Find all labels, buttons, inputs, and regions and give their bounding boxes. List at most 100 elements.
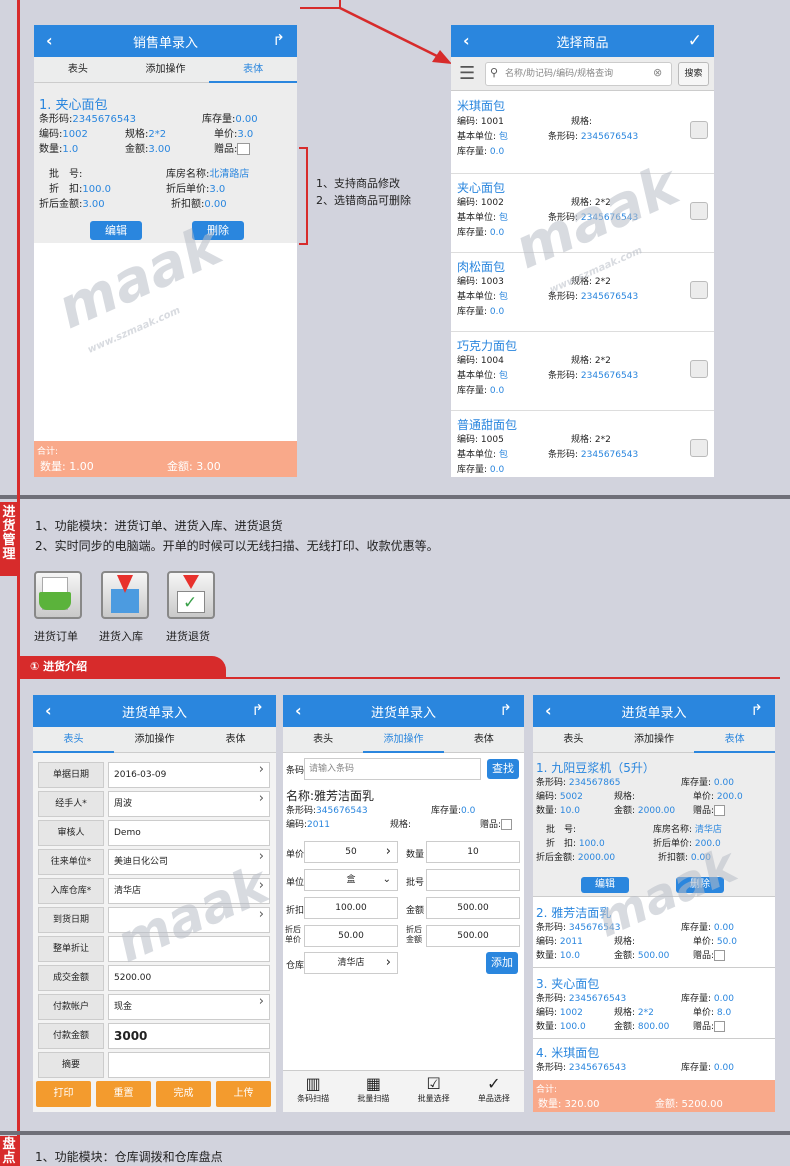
tab-header[interactable]: 表头 [34, 57, 122, 83]
share-icon[interactable]: ↱ [272, 31, 285, 49]
tab-add-op[interactable]: 添加操作 [122, 57, 210, 83]
gift-checkbox[interactable] [714, 805, 726, 816]
tab-header[interactable]: 表头 [33, 727, 114, 753]
search-button[interactable]: 搜索 [678, 62, 709, 86]
search-bar: ☰ 名称/助记码/编码/规格查询 ⚲ ⊗ 搜索 [451, 57, 714, 91]
share-icon[interactable]: ↱ [251, 701, 264, 719]
back-icon[interactable]: ‹ [46, 31, 53, 50]
nav-batch-select[interactable]: ☑ 批量选择 [404, 1071, 464, 1112]
tab-header[interactable]: 表头 [283, 727, 363, 753]
tab-body[interactable]: 表体 [195, 727, 276, 753]
chevron-right-icon: › [258, 762, 264, 777]
side-line [17, 0, 20, 1166]
inventory-side-label: 盘点 [0, 1136, 18, 1166]
tab-add-op[interactable]: 添加操作 [114, 727, 195, 753]
p2-tabs: 表头 添加操作 表体 [283, 727, 524, 753]
share-icon[interactable]: ↱ [750, 701, 763, 719]
qty-input[interactable]: 10 [426, 841, 520, 863]
add-button[interactable]: 添加 [486, 952, 518, 974]
row-pay-account[interactable]: 付款帐户 现金 › [38, 994, 270, 1020]
product-item-4[interactable]: 巧克力面包 编码: 1004 规格: 2*2 基本单位: 包 条形码: 2345… [451, 332, 714, 411]
row-date[interactable]: 单据日期 2016-03-09 › [38, 762, 270, 788]
barcode-input[interactable]: 请输入条码 [304, 758, 481, 780]
batch-input[interactable] [426, 869, 520, 891]
list-item[interactable]: 3. 夹心面包 条形码: 2345676543 库存量: 0.00 编码: 100… [533, 969, 775, 1039]
p3-footer: 合计: 数量: 320.00 金额: 5200.00 [533, 1080, 775, 1112]
sales-title: 销售单录入 [132, 35, 198, 51]
icon-label-return: 进货退货 [166, 630, 210, 643]
chevron-right-icon: › [385, 844, 391, 859]
row-deal-amount[interactable]: 成交金额 5200.00 [38, 965, 270, 991]
back-icon[interactable]: ‹ [295, 701, 302, 720]
purchase-header-phone: ‹ 进货单录入 ↱ 表头 添加操作 表体 单据日期 2016-03-09 › 经手人… [33, 695, 276, 1112]
discount-input[interactable]: 100.00 [304, 897, 398, 919]
list-item[interactable]: 4. 米琪面包 条形码: 2345676543 库存量: 0.00 [533, 1040, 775, 1080]
product-checkbox[interactable] [690, 121, 708, 139]
row-reviewer[interactable]: 审核人 Demo [38, 820, 270, 846]
barcode-icon: ▥ [305, 1074, 321, 1093]
product-item-3[interactable]: 肉松面包 编码: 1003 规格: 2*2 基本单位: 包 条形码: 23456… [451, 253, 714, 332]
chevron-right-icon: › [385, 955, 391, 970]
icon-label-stockin: 进货入库 [99, 630, 143, 643]
unit-select[interactable]: 盒 ⌄ [304, 869, 398, 891]
product-checkbox[interactable] [690, 281, 708, 299]
purchase-side-label: 进货管理 [0, 502, 18, 576]
check-icon[interactable]: ✓ [688, 31, 702, 51]
sales-detail-2: 批 号: 库房名称:北清路店 折 扣:100.0 折后单价:3.0 折后金额:3.0… [39, 169, 250, 210]
back-icon[interactable]: ‹ [545, 701, 552, 720]
nav-barcode-scan[interactable]: ▥ 条码扫描 [283, 1071, 343, 1112]
nav-batch-scan[interactable]: ▦ 批量扫描 [343, 1071, 403, 1112]
inventory-desc: 1、功能模块：仓库调拨和仓库盘点 [35, 1150, 223, 1164]
upload-button[interactable]: 上传 [216, 1081, 271, 1107]
select-title: 选择商品 [556, 35, 609, 51]
price-input[interactable]: 50 › [304, 841, 398, 863]
chevron-right-icon: › [258, 791, 264, 806]
row-memo[interactable]: 摘要 [38, 1052, 270, 1078]
product-checkbox[interactable] [690, 202, 708, 220]
gift-checkbox[interactable] [237, 143, 251, 155]
store-select[interactable]: 清华店 › [304, 952, 398, 974]
finish-button[interactable]: 完成 [156, 1081, 211, 1107]
find-button[interactable]: 查找 [487, 759, 519, 779]
p3-tabs: 表头 添加操作 表体 [533, 727, 775, 753]
sales-titlebar: ‹ 销售单录入 ↱ [34, 25, 297, 57]
product-item-1[interactable]: 米琪面包 编码: 1001 规格: 基本单位: 包 条形码: 234567654… [451, 95, 714, 174]
gift-checkbox[interactable] [501, 819, 513, 830]
purchase-add-phone: ‹ 进货单录入 ↱ 表头 添加操作 表体 条码 请输入条码 查找 名称:雅芳洁面… [283, 695, 524, 1112]
tab-add-op[interactable]: 添加操作 [614, 727, 695, 753]
product-item-5[interactable]: 普通甜面包 编码: 1005 规格: 2*2 基本单位: 包 条形码: 2345… [451, 411, 714, 477]
tab-body[interactable]: 表体 [209, 57, 297, 83]
sales-phone: ‹ 销售单录入 ↱ 表头 添加操作 表体 1. 夹心面包 条形码:2345676… [34, 25, 297, 477]
select-phone: ‹ 选择商品 ✓ ☰ 名称/助记码/编码/规格查询 ⚲ ⊗ 搜索 米琪面包 编码… [451, 25, 714, 477]
disc-amount-input[interactable]: 500.00 [426, 925, 520, 947]
tab-header[interactable]: 表头 [533, 727, 614, 753]
share-icon[interactable]: ↱ [499, 701, 512, 719]
purchase-stockin-icon[interactable] [101, 571, 149, 619]
purchase-return-icon[interactable]: ✓ [167, 571, 215, 619]
select-titlebar: ‹ 选择商品 ✓ [451, 25, 714, 57]
nav-single-select[interactable]: ✓ 单品选择 [464, 1071, 524, 1112]
amount-input[interactable]: 500.00 [426, 897, 520, 919]
row-pay-amount[interactable]: 付款金额 3000 [38, 1023, 270, 1049]
tab-add-op[interactable]: 添加操作 [363, 727, 444, 753]
back-icon[interactable]: ‹ [463, 31, 470, 50]
search-input[interactable]: 名称/助记码/编码/规格查询 [485, 62, 672, 86]
tab-body[interactable]: 表体 [694, 727, 775, 753]
tab-body[interactable]: 表体 [444, 727, 524, 753]
print-button[interactable]: 打印 [36, 1081, 91, 1107]
product-checkbox[interactable] [690, 360, 708, 378]
p1-tabs: 表头 添加操作 表体 [33, 727, 276, 753]
product-checkbox[interactable] [690, 439, 708, 457]
p2-bottom-nav: ▥ 条码扫描 ▦ 批量扫描 ☑ 批量选择 ✓ 单品选择 [283, 1070, 524, 1112]
reset-button[interactable]: 重置 [96, 1081, 151, 1107]
clear-icon[interactable]: ⊗ [653, 66, 662, 79]
back-icon[interactable]: ‹ [45, 701, 52, 720]
menu-icon[interactable]: ☰ [459, 63, 475, 84]
gift-checkbox[interactable] [714, 950, 726, 961]
gift-checkbox[interactable] [714, 1021, 726, 1032]
purchase-order-icon[interactable] [34, 571, 82, 619]
disc-price-input[interactable]: 50.00 [304, 925, 398, 947]
red-arrow [300, 0, 452, 64]
edit-button[interactable]: 编辑 [90, 221, 142, 240]
row-handler[interactable]: 经手人* 周波 › [38, 791, 270, 817]
